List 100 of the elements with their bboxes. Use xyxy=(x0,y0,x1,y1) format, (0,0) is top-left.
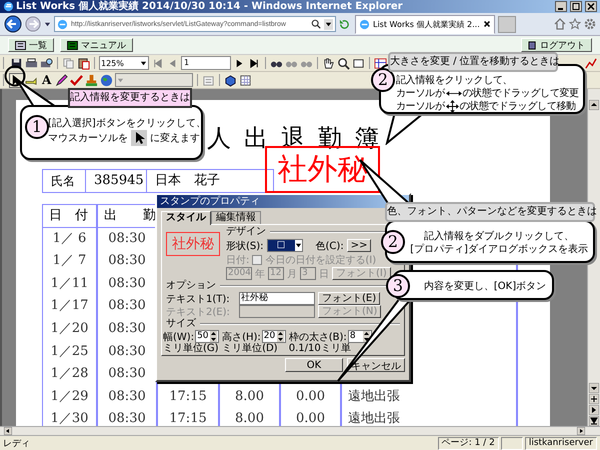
stamp-preview: 社外秘 xyxy=(166,232,220,256)
table-cell: 1／25 xyxy=(43,340,98,364)
hand-icon[interactable] xyxy=(322,56,335,70)
spinner-icon[interactable] xyxy=(210,331,218,342)
scroll-down-icon[interactable] xyxy=(589,383,599,393)
callout-text: カーソルが xyxy=(396,87,445,100)
callout-text: の状態でドラッグして変更 xyxy=(462,87,579,100)
table-icon[interactable] xyxy=(374,56,387,70)
dropdown-arrow-icon xyxy=(140,60,147,66)
field-label: 枠の太さ(B): xyxy=(288,330,347,343)
unit-label: ミリ単位(D) xyxy=(222,343,278,354)
search-icon[interactable] xyxy=(311,19,321,29)
spinner-icon[interactable] xyxy=(276,331,284,342)
callout-text: マウスカーソルを xyxy=(48,132,128,144)
spin-field[interactable]: 20 xyxy=(262,330,286,343)
paste-icon[interactable] xyxy=(77,56,90,70)
callout-text: [プロパティ]ダイアログボックスを表示 xyxy=(409,243,589,256)
font-button[interactable]: フォント(E) xyxy=(318,292,380,305)
text-tool-button[interactable]: A xyxy=(40,74,54,86)
print-preview-icon[interactable] xyxy=(40,56,53,70)
callout-text: 記入情報をダブルクリックして、 xyxy=(423,230,575,243)
table-cell: 1／11 xyxy=(43,272,98,296)
highlight-circle xyxy=(4,65,26,87)
table-cell: 1／29 xyxy=(43,386,98,408)
color-button[interactable]: >> xyxy=(346,239,372,252)
last-page-icon[interactable] xyxy=(589,416,599,426)
logout-button[interactable]: ログアウト xyxy=(521,38,592,52)
server-name: listkanriserver xyxy=(524,436,597,450)
close-icon[interactable] xyxy=(585,1,597,12)
dialog-tab[interactable]: スタイル xyxy=(161,211,211,225)
list-icon xyxy=(15,40,26,50)
field-label: 日付: xyxy=(226,254,250,266)
group-label: デザイン xyxy=(226,226,266,238)
name-cell: 385945 xyxy=(86,170,147,192)
column-header: 日 付 xyxy=(43,205,98,228)
checkbox-label: 今日の日付を設定する(I) xyxy=(265,254,376,266)
table-cell: 1／28 xyxy=(43,363,98,386)
check-icon[interactable] xyxy=(70,74,84,86)
cursor-icon xyxy=(131,130,147,146)
callout-text: に変えます xyxy=(150,132,200,144)
print-icon[interactable] xyxy=(25,56,38,70)
dialog-tab[interactable]: 編集情報 xyxy=(211,211,261,224)
table-cell: 1／ 6 xyxy=(43,228,98,250)
settings-icon[interactable] xyxy=(584,18,596,30)
star-icon[interactable] xyxy=(569,18,581,30)
name-cell: 氏名 xyxy=(43,170,86,192)
text-field[interactable]: 社外秘 xyxy=(239,292,315,305)
next-page-icon[interactable] xyxy=(589,405,599,415)
callout-text: 内容を変更し、[OK]ボタン xyxy=(422,280,548,293)
scroll-left-icon[interactable] xyxy=(4,427,12,435)
window-title: List Works 個人就業実績 2014/10/30 10:14 - Windows Internet Explorer xyxy=(16,0,403,12)
stamp-select[interactable] xyxy=(115,73,194,87)
name-cell-text: 日本 花子 xyxy=(154,172,221,190)
app-button[interactable]: 一覧 xyxy=(8,38,54,52)
app-button[interactable]: マニュアル xyxy=(60,38,133,52)
dropdown-arrow-icon xyxy=(117,76,124,84)
spinner-icon[interactable] xyxy=(362,331,370,342)
unit-label: 日 xyxy=(319,268,329,280)
callout-heading: 色、フォント、パターンなどを変更するときは xyxy=(385,202,595,222)
page-icon xyxy=(57,18,68,30)
field-label: 高さ(H): xyxy=(222,330,261,343)
scroll-right-icon[interactable] xyxy=(577,427,585,435)
page-indicator: ページ: 1 / 2 xyxy=(438,436,499,450)
resize-arrow-icon xyxy=(446,89,462,98)
dialog-button[interactable]: OK xyxy=(285,358,343,372)
horizontal-scrollbar[interactable] xyxy=(0,426,600,435)
field-label: テキスト1(T): xyxy=(166,292,231,306)
globe-icon[interactable] xyxy=(100,74,114,86)
previous-page-icon[interactable] xyxy=(589,394,599,404)
magnifier-icon[interactable] xyxy=(337,56,350,70)
tab-label: List Works 個人就業実績 2... xyxy=(373,18,480,30)
table-cell: 1／ 7 xyxy=(43,250,98,273)
minimize-icon[interactable] xyxy=(555,1,567,12)
field-label: 形状(S): xyxy=(226,240,264,252)
browser-logo-icon xyxy=(3,1,14,12)
stamp-mark[interactable]: 社外秘 xyxy=(265,146,380,193)
scroll-up-icon[interactable] xyxy=(589,100,599,110)
spin-field[interactable]: 8 xyxy=(348,330,372,343)
dropdown-arrow-icon[interactable] xyxy=(44,20,51,28)
status-text: レディ xyxy=(3,438,30,450)
table-cell: 1／20 xyxy=(43,318,98,341)
book-icon xyxy=(67,40,78,50)
rectangle-icon[interactable] xyxy=(352,56,365,70)
grid-icon[interactable] xyxy=(239,74,252,86)
chart-icon[interactable] xyxy=(584,56,597,70)
last-page-icon[interactable] xyxy=(248,56,261,70)
close-icon[interactable] xyxy=(482,20,491,28)
page-number-field[interactable]: 1 xyxy=(181,56,231,70)
spin-field[interactable]: 50 xyxy=(195,330,220,343)
status-panel xyxy=(500,436,523,450)
shape-select[interactable]: □ xyxy=(266,239,303,252)
unit-label: ミリ単位(G) xyxy=(163,343,219,354)
step-number: 1 xyxy=(25,115,49,139)
zoom-select[interactable]: 125% xyxy=(99,56,149,70)
browser-tab[interactable]: List Works 個人就業実績 2... xyxy=(355,14,495,34)
callout-heading: 記入情報を変更するときは xyxy=(68,88,192,108)
back-icon[interactable] xyxy=(4,15,22,33)
refresh-icon[interactable] xyxy=(339,18,350,30)
home-icon[interactable] xyxy=(554,18,566,30)
maximize-icon[interactable] xyxy=(570,1,582,12)
